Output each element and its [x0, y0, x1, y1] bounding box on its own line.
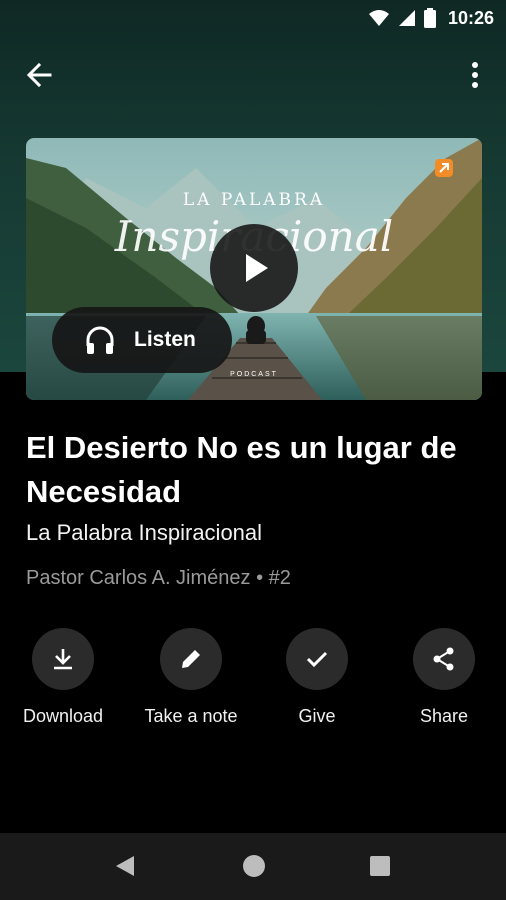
- battery-icon: [423, 8, 436, 28]
- give-action[interactable]: Give: [252, 628, 382, 727]
- action-row: Download Take a note Give Share: [0, 628, 506, 738]
- give-label: Give: [298, 706, 336, 726]
- series-name[interactable]: La Palabra Inspiracional: [26, 520, 262, 546]
- download-button[interactable]: [32, 628, 94, 690]
- give-button[interactable]: [286, 628, 348, 690]
- pencil-icon: [182, 650, 200, 668]
- play-button[interactable]: [210, 224, 298, 312]
- listen-button[interactable]: Listen: [52, 307, 232, 373]
- share-button[interactable]: [413, 628, 475, 690]
- share-label: Share: [419, 706, 469, 726]
- download-action[interactable]: Download: [0, 628, 128, 727]
- download-label: Download: [22, 706, 104, 726]
- more-options-button[interactable]: [460, 58, 490, 92]
- arrow-left-icon: [26, 62, 52, 88]
- wifi-icon: [368, 10, 389, 26]
- take-note-label: Take a note: [144, 706, 238, 726]
- take-note-button[interactable]: [160, 628, 222, 690]
- back-button[interactable]: [22, 58, 56, 92]
- take-note-action[interactable]: Take a note: [126, 628, 256, 727]
- app-badge-icon: [435, 159, 453, 177]
- play-icon: [246, 254, 268, 282]
- system-navigation-bar: [0, 833, 506, 900]
- share-action[interactable]: Share: [379, 628, 506, 727]
- share-icon: [433, 647, 454, 671]
- episode-meta: Pastor Carlos A. Jiménez • #2: [26, 567, 291, 589]
- toolbar: [0, 48, 506, 100]
- listen-label: Listen: [134, 328, 196, 351]
- headphones-icon: [86, 326, 114, 354]
- episode-title: El Desierto No es un lugar de Necesidad: [26, 430, 457, 509]
- nav-recents-icon[interactable]: [370, 856, 390, 876]
- status-time: 10:26: [447, 7, 494, 28]
- download-icon: [54, 649, 72, 670]
- status-bar: 10:26: [0, 0, 506, 36]
- artwork-title: LA PALABRA: [182, 190, 326, 210]
- nav-home-icon[interactable]: [243, 855, 265, 877]
- check-icon: [306, 651, 328, 668]
- more-vert-icon: [472, 62, 478, 88]
- nav-back-icon[interactable]: [114, 855, 136, 877]
- signal-icon: [398, 10, 415, 26]
